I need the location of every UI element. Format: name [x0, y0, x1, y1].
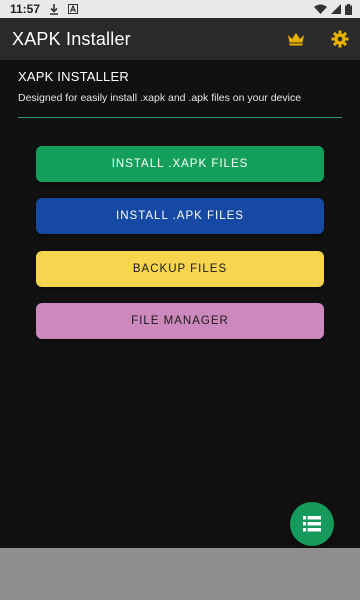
navigation-bar-area [0, 548, 360, 600]
crown-button[interactable] [286, 29, 306, 49]
install-apk-button[interactable]: INSTALL .APK FILES [36, 198, 324, 234]
file-manager-button[interactable]: FILE MANAGER [36, 303, 324, 339]
list-fab-button[interactable] [290, 502, 334, 546]
battery-icon [345, 3, 352, 15]
gear-icon [331, 30, 349, 48]
crown-icon [288, 33, 304, 46]
status-bar: 11:57 [0, 0, 360, 18]
app-title: XAPK Installer [12, 28, 131, 49]
signal-icon [331, 4, 341, 14]
list-icon [303, 516, 321, 532]
status-time: 11:57 [10, 2, 41, 16]
settings-button[interactable] [330, 29, 350, 49]
download-icon [50, 3, 59, 15]
app-bar: XAPK Installer [0, 18, 360, 60]
app-actions [286, 29, 350, 49]
header-block: XAPK INSTALLER Designed for easily insta… [18, 60, 342, 118]
backup-files-button[interactable]: BACKUP FILES [36, 251, 324, 287]
header-subtitle: Designed for easily install .xapk and .a… [18, 92, 302, 104]
a-notification-icon [68, 4, 79, 14]
status-left: 11:57 [10, 2, 79, 16]
status-right [314, 3, 352, 15]
header-title: XAPK INSTALLER [18, 69, 129, 84]
wifi-icon [314, 4, 327, 14]
install-xapk-button[interactable]: INSTALL .XAPK FILES [36, 146, 324, 182]
main-content: XAPK INSTALLER Designed for easily insta… [0, 60, 360, 548]
